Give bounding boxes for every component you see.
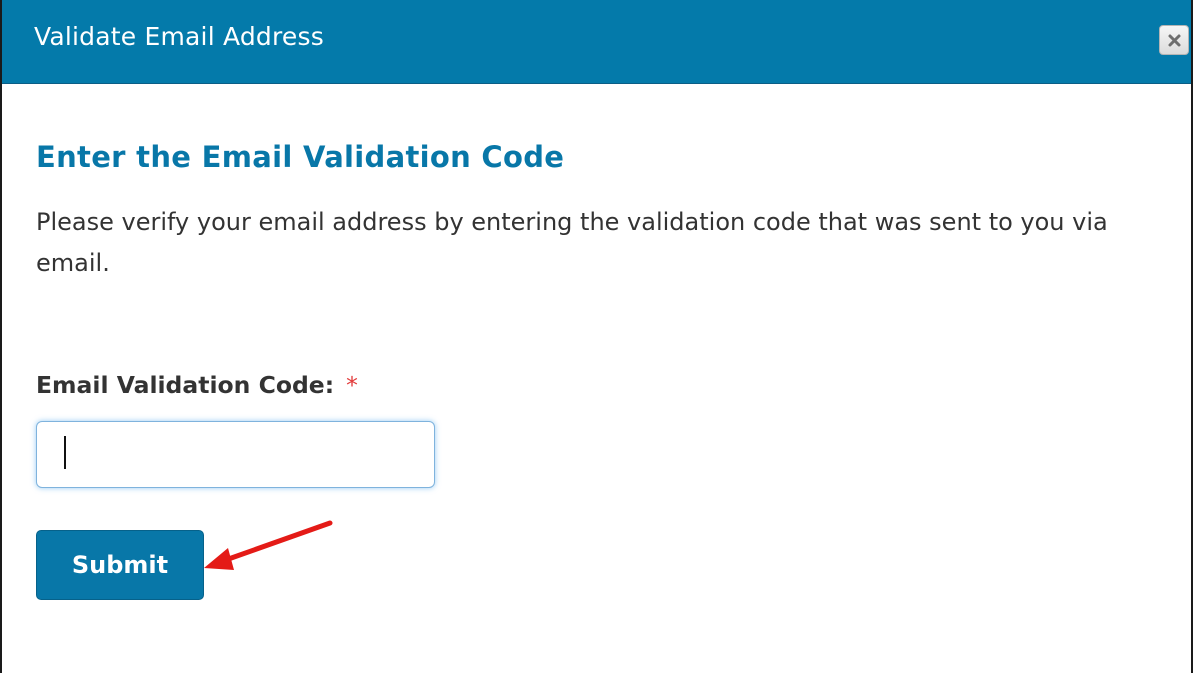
close-x-icon [1168,34,1181,47]
required-marker: * [346,371,358,399]
field-label-row: Email Validation Code: * [36,371,358,399]
email-validation-code-input[interactable] [36,421,435,488]
dialog-title: Validate Email Address [34,22,324,51]
red-arrow-icon [204,520,333,570]
section-heading: Enter the Email Validation Code [36,140,565,174]
text-cursor [64,436,66,469]
instructions-text: Please verify your email address by ente… [36,208,1108,277]
validate-email-dialog: Validate Email Address Enter the Email V… [0,0,1193,673]
email-validation-code-label: Email Validation Code: [36,371,335,399]
submit-button[interactable]: Submit [36,530,204,600]
close-button[interactable] [1159,25,1189,55]
dialog-titlebar: Validate Email Address [2,0,1191,84]
